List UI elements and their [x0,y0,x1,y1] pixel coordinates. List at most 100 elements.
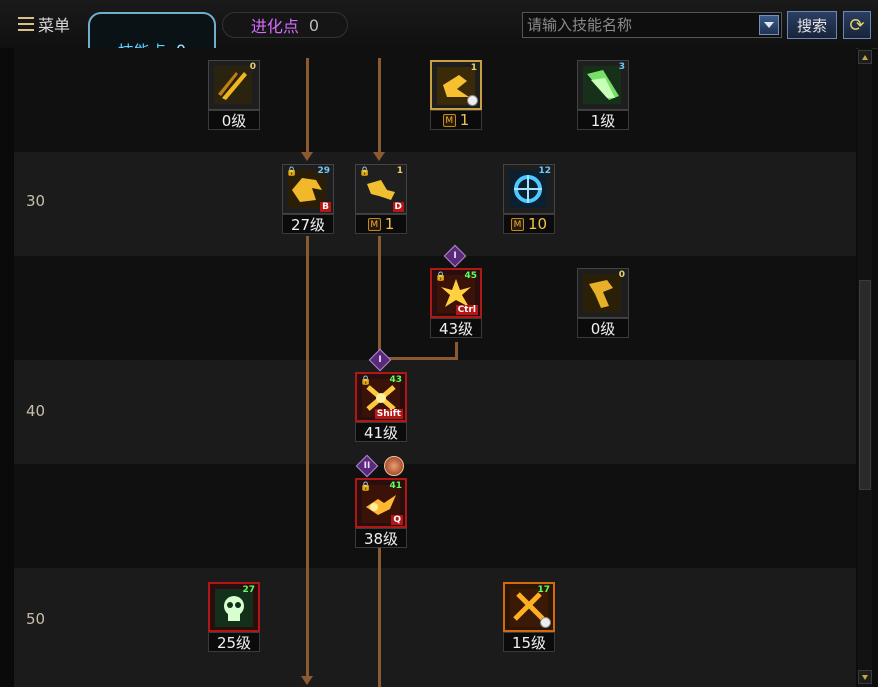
scroll-down-button[interactable] [858,670,872,684]
left-edge [0,48,14,687]
awakening-orb-icon [384,456,404,476]
skill-icon-frame: 1 [430,60,482,110]
level-label-30: 30 [26,192,46,210]
hotkey-badge: B [320,202,331,212]
skill-icon-frame: 🔒 45 Ctrl [430,268,482,318]
skill-level: 41级 [355,422,407,442]
hotkey-badge: Shift [374,409,403,419]
skill-icon-frame: 3 [577,60,629,110]
toolbar: 菜单 技能点 0 进化点 0 搜索 ⟳ [0,0,878,88]
arrow-head [373,152,385,161]
skill-level: 15级 [503,632,555,652]
skill-level: 25级 [208,632,260,652]
connector-line [378,548,381,687]
skill-point-cost: 3 [618,62,625,72]
evolution-points-label: 进化点 [250,17,299,36]
level-label-50: 50 [26,610,46,628]
skill-point-cost: 17 [537,585,550,595]
evolution-points-value: 0 [308,15,320,35]
slash-icon [214,66,252,104]
arrow-head [301,152,313,161]
arrow-head [301,676,313,685]
skill-slot[interactable]: 27 25级 [208,582,260,658]
skill-level: 0级 [208,110,260,130]
skill-level: M 10 [503,214,555,234]
skill-icon-frame: 🔒 1 D [355,164,407,214]
skill-slot[interactable]: 🔒 43 Shift 41级 [355,372,407,448]
search-input[interactable] [527,15,753,35]
skill-icon-frame: 17 [503,582,555,632]
skill-level: 43级 [430,318,482,338]
level-band [14,152,856,256]
cooldown-clock-icon [540,617,551,628]
evolution-points-tab[interactable]: 进化点 0 [222,12,348,38]
menu-label: 菜单 [38,16,71,35]
lock-icon: 🔒 [360,482,372,492]
skill-icon-frame: 0 [208,60,260,110]
skill-slot[interactable]: 🔒 45 Ctrl 43级 [430,268,482,344]
skill-point-cost: 45 [464,271,477,281]
cooldown-clock-icon [467,95,478,106]
lock-icon: 🔒 [286,167,298,177]
skill-level: 38级 [355,528,407,548]
lock-icon: 🔒 [360,376,372,386]
skill-point-cost: 41 [389,481,402,491]
lock-icon: 🔒 [359,167,371,177]
skill-slot[interactable]: 🔒 41 Q 38级 [355,478,407,554]
search-button[interactable]: 搜索 [787,11,837,39]
skill-slot[interactable]: 12 M 10 [503,164,555,240]
skill-slot[interactable]: 🔒 1 D M1 [355,164,407,240]
mastery-badge: M [510,217,524,231]
menu-button[interactable]: 菜单 [18,12,70,36]
skill-slot[interactable]: 0 0级 [208,60,260,136]
skill-icon-frame: 🔒 29 B [282,164,334,214]
skill-point-cost: 1 [396,166,403,176]
skill-point-cost: 0 [618,270,625,280]
skill-level: 27级 [282,214,334,234]
lock-icon: 🔒 [435,272,447,282]
skill-level: M1 [430,110,482,130]
hotkey-badge: Q [391,515,403,525]
mastery-badge: M [442,113,456,127]
skill-slot[interactable]: 3 1级 [577,60,629,136]
skill-slot[interactable]: 0 0级 [577,268,629,344]
connector-line [388,357,458,360]
blade-wave-icon [583,66,621,104]
scrollbar-thumb[interactable] [859,280,871,490]
level-band [14,360,856,464]
skill-icon-frame: 0 [577,268,629,318]
level-band [14,568,856,687]
hotkey-badge: Ctrl [455,305,478,315]
refresh-icon: ⟳ [849,14,865,36]
skill-level: 1级 [577,110,629,130]
skill-icon-frame: 12 [503,164,555,214]
skill-point-cost: 27 [242,585,255,595]
hamburger-icon [18,17,34,31]
skill-icon-frame: 🔒 41 Q [355,478,407,528]
skill-point-cost: 12 [538,166,551,176]
skill-level: M1 [355,214,407,234]
refresh-button[interactable]: ⟳ [843,11,871,39]
level-band [14,464,856,568]
connector-line [455,342,458,360]
connector-line [378,236,381,353]
skill-slot[interactable]: 🔒 29 B 27级 [282,164,334,240]
skill-level: 0级 [577,318,629,338]
skill-icon-frame: 27 [208,582,260,632]
mastery-badge: M [367,217,381,231]
skill-point-cost: 1 [470,63,477,73]
search-box [522,12,782,38]
strike-icon [583,274,621,312]
hotkey-badge: D [392,202,404,212]
connector-line [306,236,309,676]
scroll-up-button[interactable] [858,50,872,64]
search-dropdown-button[interactable] [759,15,779,35]
skill-slot[interactable]: 17 15级 [503,582,555,658]
skill-slot[interactable]: 1 M1 [430,60,482,136]
connector-line [378,58,381,154]
skill-point-cost: 43 [389,375,402,385]
skill-icon-frame: 🔒 43 Shift [355,372,407,422]
skill-point-cost: 0 [249,62,256,72]
connector-line [306,58,309,154]
level-label-40: 40 [26,402,46,420]
